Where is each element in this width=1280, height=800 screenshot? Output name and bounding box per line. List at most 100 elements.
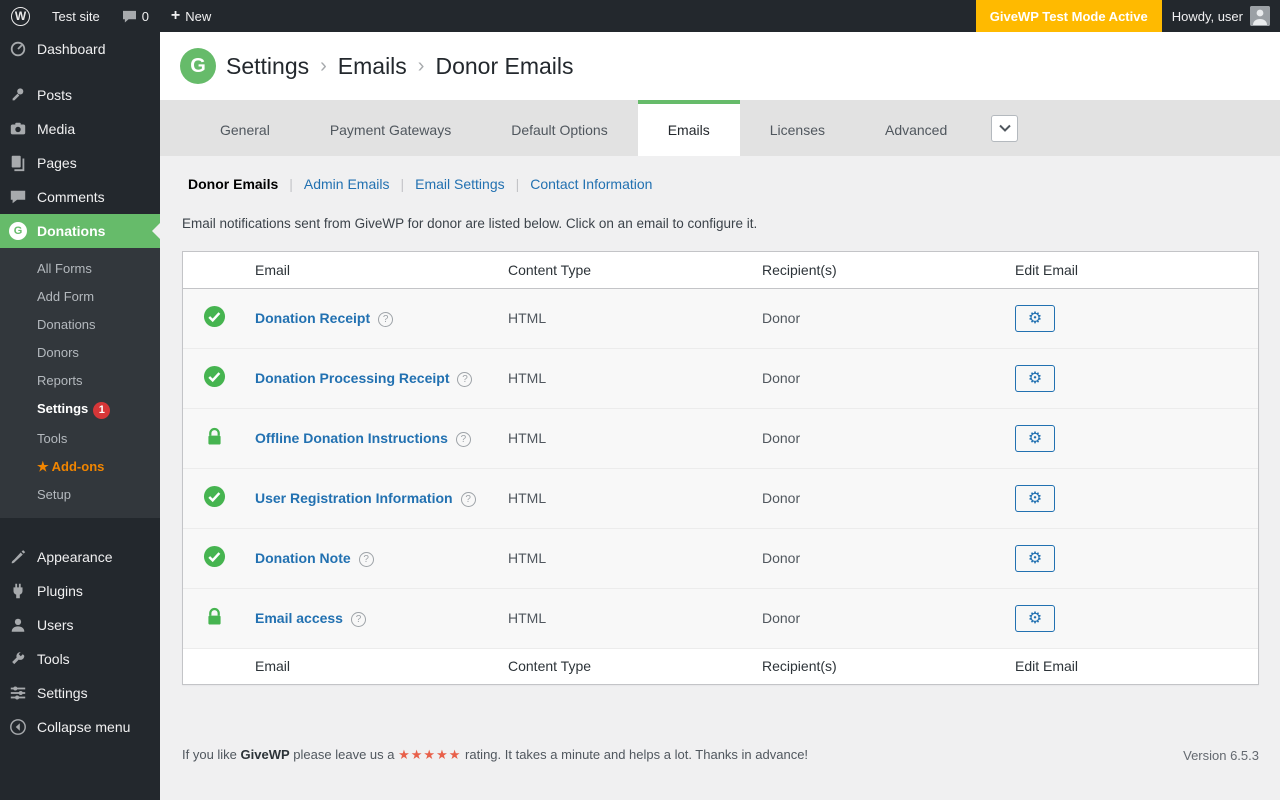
collapse-menu-button[interactable]: Collapse menu [0, 710, 160, 744]
rating-prompt: If you like GiveWP please leave us a ★★★… [182, 747, 808, 763]
sidebar-label: Appearance [37, 549, 113, 565]
subnav-admin-emails[interactable]: Admin Emails [304, 176, 390, 192]
submenu-label: Settings [37, 401, 89, 416]
subnav-separator: | [400, 176, 405, 192]
rating-text: rating. It takes a minute and helps a lo… [465, 747, 809, 762]
menu-separator [0, 66, 160, 78]
submenu-item-add-form[interactable]: Add Form [0, 283, 160, 311]
sidebar-item-appearance[interactable]: Appearance [0, 540, 160, 574]
admin-sidebar: Dashboard Posts Media Pages Comments G D… [0, 32, 160, 800]
edit-email-button[interactable]: ⚙ [1015, 604, 1055, 632]
tab-licenses[interactable]: Licenses [740, 100, 855, 156]
sidebar-item-tools[interactable]: Tools [0, 642, 160, 676]
column-recipients: Recipient(s) [762, 261, 837, 278]
status-cell [183, 588, 245, 648]
subnav-email-settings[interactable]: Email Settings [415, 176, 504, 192]
edit-email-button[interactable]: ⚙ [1015, 304, 1055, 332]
subnav-contact-information[interactable]: Contact Information [530, 176, 652, 192]
sidebar-label: Comments [37, 189, 105, 205]
more-tabs-button[interactable] [991, 114, 1019, 142]
submenu-item-tools[interactable]: Tools [0, 425, 160, 453]
email-config-link[interactable]: Email access [255, 610, 343, 626]
status-cell [183, 528, 245, 588]
tab-emails[interactable]: Emails [637, 100, 740, 156]
pushpin-icon [7, 86, 29, 104]
column-content-type: Content Type [508, 658, 592, 675]
edit-cell: ⚙ [1005, 588, 1258, 648]
email-cell: Donation Processing Receipt? [245, 348, 498, 408]
gear-icon: ⚙ [1027, 308, 1043, 327]
email-config-link[interactable]: Donation Receipt [255, 310, 370, 326]
help-icon[interactable]: ? [457, 371, 473, 387]
column-content-type: Content Type [508, 261, 592, 278]
email-cell: User Registration Information? [245, 468, 498, 528]
sidebar-item-settings[interactable]: Settings [0, 676, 160, 710]
sidebar-item-media[interactable]: Media [0, 112, 160, 146]
admin-footer: If you like GiveWP please leave us a ★★★… [182, 747, 1259, 763]
sidebar-item-posts[interactable]: Posts [0, 78, 160, 112]
sidebar-item-dashboard[interactable]: Dashboard [0, 32, 160, 66]
edit-email-button[interactable]: ⚙ [1015, 544, 1055, 572]
sidebar-item-plugins[interactable]: Plugins [0, 574, 160, 608]
sidebar-item-donations[interactable]: G Donations [0, 214, 160, 248]
admin-bar-left: W Test site 0 + New [0, 0, 222, 32]
tab-general[interactable]: General [190, 100, 300, 156]
email-config-link[interactable]: Offline Donation Instructions [255, 430, 448, 446]
submenu-item-donors[interactable]: Donors [0, 339, 160, 367]
sidebar-item-pages[interactable]: Pages [0, 146, 160, 180]
submenu-item-addons[interactable]: ★ Add-ons [0, 453, 160, 481]
site-name-link[interactable]: Test site [41, 0, 111, 32]
sidebar-item-users[interactable]: Users [0, 608, 160, 642]
column-email: Email [255, 658, 291, 675]
sidebar-label: Pages [37, 155, 77, 171]
admin-bar: W Test site 0 + New GiveWP Test Mode Act… [0, 0, 1280, 32]
submenu-item-donations[interactable]: Donations [0, 311, 160, 339]
email-config-link[interactable]: User Registration Information [255, 490, 453, 506]
locked-lock-icon [207, 607, 222, 626]
chevron-down-icon [999, 124, 1011, 132]
submenu-item-reports[interactable]: Reports [0, 367, 160, 395]
five-stars-icon[interactable]: ★★★★★ [398, 747, 461, 762]
edit-email-button[interactable]: ⚙ [1015, 424, 1055, 452]
table-row: Donation Note? HTML Donor ⚙ [183, 528, 1258, 588]
status-cell [183, 468, 245, 528]
help-icon[interactable]: ? [358, 551, 374, 567]
status-cell [183, 408, 245, 468]
sidebar-label: Collapse menu [37, 719, 131, 735]
help-icon[interactable]: ? [378, 311, 394, 327]
tab-payment-gateways[interactable]: Payment Gateways [300, 100, 481, 156]
help-icon[interactable]: ? [350, 611, 366, 627]
sidebar-item-comments[interactable]: Comments [0, 180, 160, 214]
submenu-item-settings[interactable]: Settings 1 [0, 395, 160, 425]
avatar [1250, 6, 1270, 26]
help-icon[interactable]: ? [460, 491, 476, 507]
content-type-cell: HTML [508, 430, 547, 446]
tab-default-options[interactable]: Default Options [481, 100, 638, 156]
edit-cell: ⚙ [1005, 408, 1258, 468]
recipient-cell: Donor [762, 490, 801, 506]
edit-email-button[interactable]: ⚙ [1015, 484, 1055, 512]
wordpress-menu[interactable]: W [0, 0, 41, 32]
help-icon[interactable]: ? [455, 431, 471, 447]
status-cell [183, 348, 245, 408]
submenu-item-setup[interactable]: Setup [0, 481, 160, 509]
comments-link[interactable]: 0 [111, 0, 160, 32]
breadcrumb-settings[interactable]: Settings [226, 53, 309, 80]
rating-text: please leave us a [293, 747, 395, 762]
email-config-link[interactable]: Donation Processing Receipt [255, 370, 449, 386]
table-row: Email access? HTML Donor ⚙ [183, 588, 1258, 648]
submenu-item-all-forms[interactable]: All Forms [0, 255, 160, 283]
edit-email-button[interactable]: ⚙ [1015, 364, 1055, 392]
new-content-link[interactable]: + New [160, 0, 222, 32]
email-config-link[interactable]: Donation Note [255, 550, 351, 566]
version-label: Version 6.5.3 [1183, 748, 1259, 763]
menu-separator [0, 518, 160, 540]
email-cell: Offline Donation Instructions? [245, 408, 498, 468]
account-menu[interactable]: Howdy, user [1162, 0, 1280, 32]
breadcrumb-emails[interactable]: Emails [338, 53, 407, 80]
tab-advanced[interactable]: Advanced [855, 100, 977, 156]
test-mode-badge[interactable]: GiveWP Test Mode Active [975, 0, 1162, 32]
enabled-check-icon [203, 305, 226, 328]
dashboard-icon [7, 40, 29, 58]
subnav-donor-emails: Donor Emails [188, 176, 279, 192]
